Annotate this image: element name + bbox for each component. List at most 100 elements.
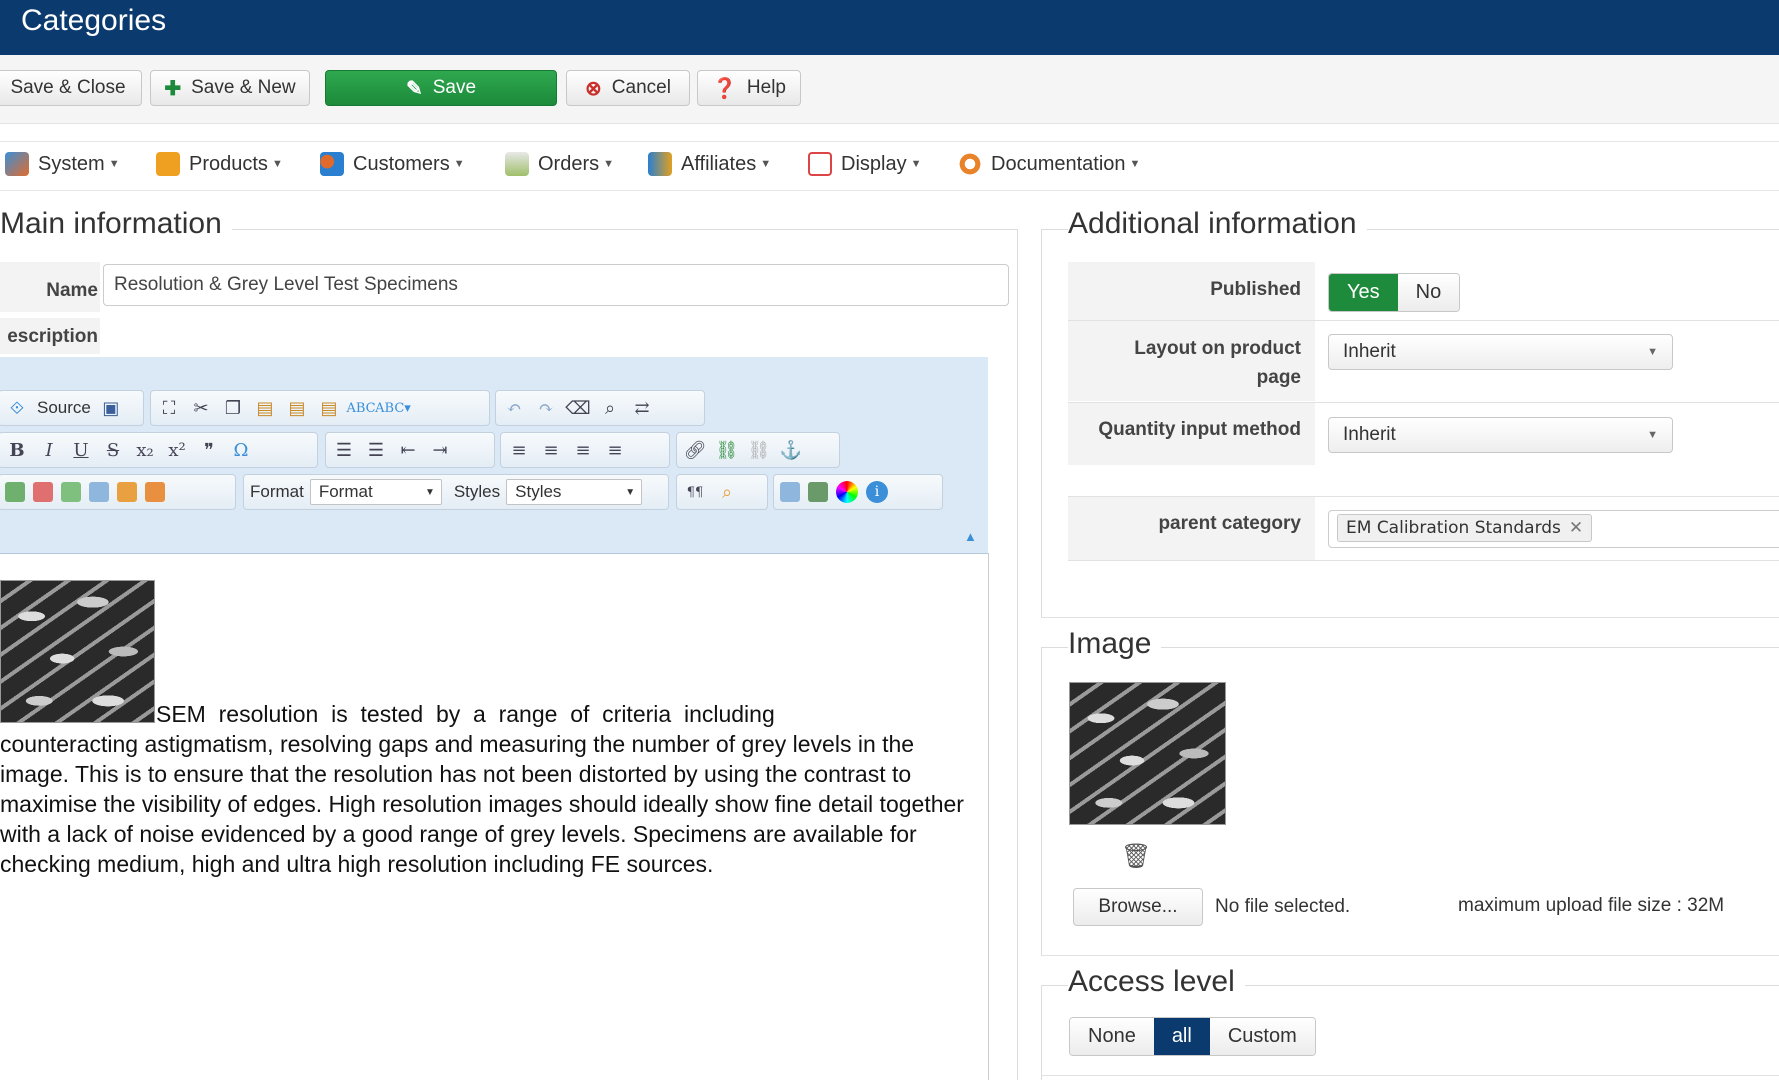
justify-icon[interactable]: ≡: [603, 439, 627, 461]
info-icon[interactable]: i: [866, 481, 888, 503]
source-button-label[interactable]: Source: [37, 398, 91, 418]
styles-label: Styles: [453, 482, 501, 501]
underline-icon[interactable]: U: [69, 439, 93, 461]
save-icon[interactable]: ▣: [99, 397, 123, 419]
outdent-icon[interactable]: ⇤: [396, 439, 420, 461]
menu-documentation[interactable]: Documentation ▼: [958, 152, 1140, 176]
published-yes-button[interactable]: Yes: [1329, 274, 1398, 311]
access-none-button[interactable]: None: [1070, 1018, 1154, 1055]
undo-icon[interactable]: ↶: [502, 397, 526, 419]
cut-icon[interactable]: ✂: [189, 397, 213, 419]
format-select[interactable]: Format ▼: [309, 479, 442, 505]
menu-display[interactable]: Display ▼: [808, 152, 921, 176]
spellcheck-icon[interactable]: ABC: [346, 397, 375, 419]
maximize-icon[interactable]: [780, 482, 800, 502]
page-title: Categories: [21, 4, 167, 37]
zoom-icon[interactable]: ⌕: [715, 481, 739, 503]
cancel-label: Cancel: [611, 77, 671, 98]
max-upload-size-text: maximum upload file size : 32M: [1458, 895, 1725, 916]
template-icon[interactable]: [117, 482, 137, 502]
chevron-down-icon: ▼: [1129, 158, 1141, 170]
help-label: Help: [746, 77, 786, 98]
styles-select[interactable]: Styles ▼: [506, 479, 643, 505]
additional-info-left-border: [1041, 229, 1042, 617]
unlink-icon[interactable]: ⛓: [747, 439, 771, 461]
menu-system[interactable]: System ▼: [5, 152, 120, 176]
bold-icon[interactable]: B: [5, 439, 29, 461]
superscript-icon[interactable]: x²: [165, 439, 189, 461]
menu-products[interactable]: Products ▼: [156, 152, 283, 176]
main-info-legend: Main information: [0, 207, 232, 241]
snippet-icon[interactable]: [145, 482, 165, 502]
page-header: Categories: [0, 0, 1779, 55]
document-icon[interactable]: [61, 482, 81, 502]
paste-icon[interactable]: ▤: [253, 397, 277, 419]
parent-category-tag-label: EM Calibration Standards: [1346, 518, 1561, 538]
quantity-select[interactable]: Inherit ▼: [1328, 417, 1673, 453]
anchor-icon[interactable]: ⚓: [779, 439, 803, 461]
save-button[interactable]: ✎ Save: [325, 70, 557, 106]
menu-customers[interactable]: Customers ▼: [320, 152, 465, 176]
browse-button[interactable]: Browse...: [1073, 888, 1203, 926]
align-center-icon[interactable]: ≡: [539, 439, 563, 461]
special-char-icon[interactable]: Ω: [229, 439, 253, 461]
remove-tag-icon[interactable]: ✕: [1569, 518, 1583, 538]
help-button[interactable]: ❓ Help: [697, 70, 801, 106]
link-icon[interactable]: 🔗︎: [683, 439, 707, 461]
align-left-icon[interactable]: ≡: [507, 439, 531, 461]
select-all-icon[interactable]: ⛶: [157, 397, 181, 419]
flash-icon[interactable]: [33, 482, 53, 502]
name-label: Name: [0, 262, 100, 312]
preview-icon[interactable]: [808, 482, 828, 502]
source-icon: ⟐: [9, 397, 25, 419]
find-icon[interactable]: ⌕: [598, 397, 622, 419]
collapse-toolbar-icon[interactable]: ▲: [964, 529, 977, 544]
access-all-button[interactable]: all: [1153, 1018, 1210, 1055]
format-select-value: Format: [318, 482, 373, 501]
blockquote-icon[interactable]: ❞: [197, 439, 221, 461]
action-toolbar: Save & Close ✚ Save & New ✎ Save ⊗ Cance…: [0, 55, 1779, 124]
source-group: ⟐ Source ▣: [0, 390, 144, 426]
image-section-bottom-border: [1041, 955, 1779, 956]
color-wheel-icon[interactable]: [836, 481, 858, 503]
paste-word-icon[interactable]: ▤: [317, 397, 341, 419]
add-link-icon[interactable]: ⛓: [715, 439, 739, 461]
chevron-down-icon: ▼: [453, 158, 465, 170]
menu-products-label: Products: [189, 152, 268, 175]
subscript-icon[interactable]: x₂: [133, 439, 157, 461]
replace-icon[interactable]: ⇄: [630, 397, 654, 419]
content-paragraph: counteracting astigmatism, resolving gap…: [0, 731, 964, 877]
align-right-icon[interactable]: ≡: [571, 439, 595, 461]
published-no-button[interactable]: No: [1397, 274, 1460, 311]
show-blocks-icon[interactable]: ¶¶: [683, 481, 707, 503]
eraser-icon[interactable]: ⌫: [565, 397, 590, 419]
trash-icon[interactable]: 🗑︎: [1121, 842, 1151, 871]
styles-select-value: Styles: [515, 482, 562, 501]
save-close-button[interactable]: Save & Close: [0, 70, 142, 106]
name-field[interactable]: Resolution & Grey Level Test Specimens: [103, 264, 1009, 306]
table-icon[interactable]: [89, 482, 109, 502]
indent-icon[interactable]: ⇥: [428, 439, 452, 461]
bullet-list-icon[interactable]: ☰: [364, 439, 388, 461]
menu-affiliates[interactable]: Affiliates ▼: [648, 152, 771, 176]
redo-icon[interactable]: ↷: [534, 397, 558, 419]
main-menu: System ▼ Products ▼ Customers ▼ Orders ▼ Aff…: [0, 141, 1779, 191]
content-first-line: SEM resolution is tested by a range of c…: [156, 701, 775, 727]
row-divider: [1068, 560, 1779, 561]
paste-text-icon[interactable]: ▤: [285, 397, 309, 419]
numbered-list-icon[interactable]: ☰: [332, 439, 356, 461]
menu-orders[interactable]: Orders ▼: [505, 152, 614, 176]
access-level-toggle: None all Custom: [1069, 1017, 1316, 1056]
plus-icon: ✚: [164, 77, 182, 100]
image-icon[interactable]: [5, 482, 25, 502]
access-custom-button[interactable]: Custom: [1209, 1018, 1315, 1055]
layout-select[interactable]: Inherit ▼: [1328, 334, 1673, 370]
italic-icon[interactable]: I: [37, 439, 61, 461]
published-label: Published: [1068, 262, 1315, 320]
save-new-button[interactable]: ✚ Save & New: [150, 70, 310, 106]
spellcheck-dropdown-icon[interactable]: ABC▾: [375, 397, 411, 419]
strike-icon[interactable]: S: [101, 439, 125, 461]
cancel-button[interactable]: ⊗ Cancel: [566, 70, 690, 106]
layout-label-line2: page: [1256, 367, 1301, 388]
copy-icon[interactable]: ❐: [221, 397, 245, 419]
